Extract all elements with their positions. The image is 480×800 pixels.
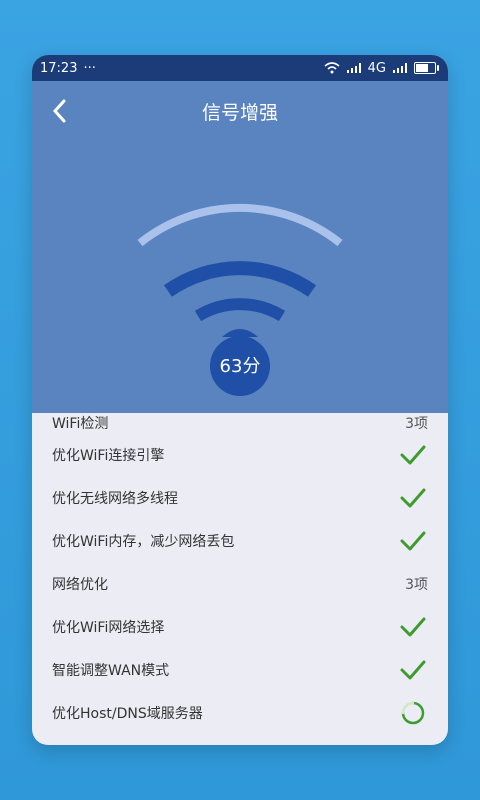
item-label: 智能调整WAN模式 (52, 662, 170, 679)
item-label: 优化无线网络多线程 (52, 490, 178, 507)
section-title: WiFi检测 (52, 416, 109, 432)
wifi-status-icon (324, 62, 340, 74)
loading-icon (401, 701, 425, 724)
check-icon (400, 531, 426, 550)
status-bar: 17:23 ··· 4G (32, 55, 448, 81)
check-icon (400, 445, 426, 464)
item-label: 优化Host/DNS域服务器 (52, 705, 203, 722)
optimization-list: WiFi检测 3项 优化WiFi连接引擎 优化无线网络多线程 优化WiFi内存，… (32, 413, 448, 734)
check-icon (400, 660, 426, 679)
section-header: 网络优化 3项 (32, 562, 448, 605)
item-label: 优化WiFi网络选择 (52, 619, 165, 636)
section-count: 3项 (405, 576, 428, 593)
list-item: 优化WiFi连接引擎 (32, 433, 448, 476)
item-label: 优化WiFi内存，减少网络丢包 (52, 533, 235, 550)
list-item: 优化WiFi网络选择 (32, 605, 448, 648)
signal-icon-2 (393, 63, 407, 73)
battery-icon (414, 62, 439, 74)
signal-icon (346, 63, 361, 73)
list-item: 优化Host/DNS域服务器 (32, 691, 448, 734)
check-icon (400, 617, 426, 636)
list-item: 优化WiFi内存，减少网络丢包 (32, 519, 448, 562)
section-count: 3项 (405, 416, 428, 432)
wifi-icon: 63分 (137, 203, 343, 396)
section-title: 网络优化 (52, 576, 108, 593)
hero-panel: 信号增强 63分 (32, 81, 448, 413)
check-icon (400, 488, 426, 507)
score-text: 63分 (220, 356, 261, 377)
status-dots: ··· (83, 60, 96, 76)
app-window: 17:23 ··· 4G 信号增强 63分 WiFi检测 3项 优化WiFi连接… (32, 55, 448, 745)
network-type: 4G (367, 60, 386, 76)
section-header: WiFi检测 3项 (32, 413, 448, 433)
list-item: 优化无线网络多线程 (32, 476, 448, 519)
list-item: 智能调整WAN模式 (32, 648, 448, 691)
item-label: 优化WiFi连接引擎 (52, 447, 165, 464)
status-time: 17:23 (40, 60, 78, 76)
